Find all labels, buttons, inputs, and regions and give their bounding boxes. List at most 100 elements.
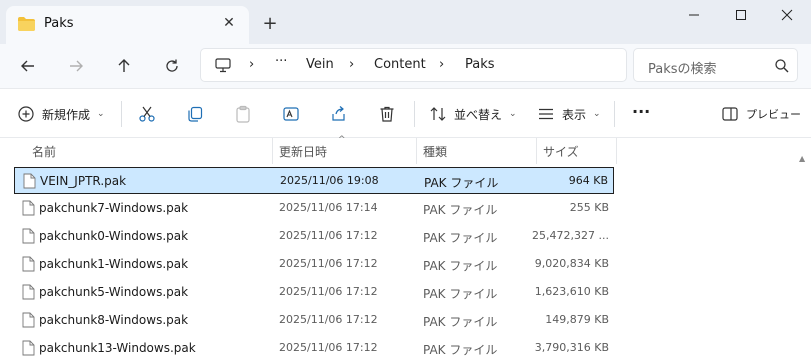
title-bar: Paks ✕ + [0,0,811,44]
folder-icon [18,17,35,31]
file-name: VEIN_JPTR.pak [40,174,127,188]
file-row[interactable]: pakchunk13-Windows.pak 2025/11/06 17:12 … [14,335,614,360]
file-name: pakchunk0-Windows.pak [39,229,189,243]
file-icon [22,284,35,300]
file-date: 2025/11/06 17:12 [279,285,378,298]
file-type: PAK ファイル [423,231,498,245]
new-button[interactable]: 新規作成 ⌄ [18,103,105,125]
file-name: pakchunk13-Windows.pak [39,341,196,355]
column-divider[interactable] [616,138,617,164]
tab-paks[interactable]: Paks ✕ [6,6,249,44]
scroll-up-icon[interactable]: ▲ [799,154,805,163]
chevron-down-icon: ⌄ [593,109,601,119]
file-row[interactable]: pakchunk5-Windows.pak 2025/11/06 17:12 P… [14,279,614,306]
file-type: PAK ファイル [423,315,498,329]
view-label: 表示 [562,107,587,122]
new-tab-button[interactable]: + [260,13,280,34]
file-row[interactable]: pakchunk1-Windows.pak 2025/11/06 17:12 P… [14,251,614,278]
monitor-icon [215,58,231,73]
copy-button[interactable] [186,103,204,125]
sort-button[interactable]: 並べ替え ⌄ [430,103,517,125]
column-header-name[interactable]: 名前 [32,143,56,160]
refresh-button[interactable] [158,52,186,80]
paste-button[interactable] [234,103,252,125]
maximize-button[interactable] [718,0,764,30]
up-arrow-icon [118,59,130,72]
file-size: 1,623,610 KB [534,285,609,298]
view-button[interactable]: 表示 ⌄ [538,103,601,125]
breadcrumb-separator[interactable]: › [439,57,444,72]
breadcrumb-separator[interactable]: › [349,57,354,72]
close-window-button[interactable] [764,0,810,30]
column-divider[interactable] [416,138,417,164]
forward-arrow-icon [70,60,83,72]
command-bar: 新規作成 ⌄ 並べ替え ⌄ 表示 ⌄ ··· プレビュー [0,88,811,138]
breadcrumb-paks[interactable]: Paks [465,57,495,72]
file-icon [22,256,35,272]
column-header-size[interactable]: サイズ [543,143,579,160]
file-icon [22,200,35,216]
column-divider[interactable] [536,138,537,164]
maximize-icon [736,10,746,20]
file-icon [23,173,36,189]
file-date: 2025/11/06 17:14 [279,201,378,214]
file-icon [22,228,35,244]
share-button[interactable] [330,103,348,125]
back-button[interactable] [14,52,42,80]
forward-button[interactable] [62,52,90,80]
file-type: PAK ファイル [423,259,498,273]
cut-button[interactable] [138,103,156,125]
file-size: 3,790,316 KB [534,341,609,354]
file-row[interactable]: pakchunk7-Windows.pak 2025/11/06 17:14 P… [14,195,614,222]
breadcrumb-ellipsis[interactable]: ··· [275,54,287,69]
breadcrumb-vein[interactable]: Vein [306,57,334,72]
file-size: 255 KB [569,201,609,214]
preview-button[interactable]: プレビュー [722,103,801,125]
search-icon [775,59,789,73]
file-type: PAK ファイル [423,287,498,301]
column-header-type[interactable]: 種類 [423,143,447,160]
separator [414,101,415,127]
rename-icon [283,107,299,121]
file-name: pakchunk5-Windows.pak [39,285,189,299]
delete-button[interactable] [378,103,396,125]
sort-label: 並べ替え [454,107,503,122]
add-circle-icon [18,106,34,122]
file-date: 2025/11/06 17:12 [279,313,378,326]
file-size: 149,879 KB [545,313,609,326]
column-divider[interactable] [272,138,273,164]
sort-caret-icon: ^ [338,135,346,145]
sort-icon [430,107,446,121]
address-bar[interactable]: › ··· Vein › Content › Paks [200,48,627,82]
column-header-row: 名前 ^ 更新日時 種類 サイズ [0,135,811,164]
vertical-scrollbar[interactable]: ▲ [796,150,811,360]
back-arrow-icon [21,60,34,72]
file-list: VEIN_JPTR.pak 2025/11/06 19:08 PAK ファイル … [0,164,796,360]
column-header-date[interactable]: 更新日時 [279,143,327,160]
breadcrumb-content[interactable]: Content [374,57,426,72]
more-options-button[interactable]: ··· [632,100,650,122]
paste-icon [236,105,250,123]
tab-close-button[interactable]: ✕ [219,13,239,33]
rename-button[interactable] [282,103,300,125]
new-label: 新規作成 [42,107,91,122]
breadcrumb-separator[interactable]: › [249,57,254,72]
preview-label: プレビュー [746,108,801,121]
search-input[interactable]: Paksの検索 [648,58,717,77]
view-list-icon [539,108,553,120]
minimize-button[interactable] [671,0,717,30]
file-date: 2025/11/06 17:12 [279,341,378,354]
file-name: pakchunk7-Windows.pak [39,201,189,215]
file-name: pakchunk8-Windows.pak [39,313,189,327]
chevron-down-icon: ⌄ [509,109,517,119]
search-box[interactable]: Paksの検索 [633,48,798,82]
address-row: › ··· Vein › Content › Paks Paksの検索 [0,44,811,88]
separator [121,101,122,127]
file-row[interactable]: VEIN_JPTR.pak 2025/11/06 19:08 PAK ファイル … [14,167,614,194]
scissors-icon [139,106,155,122]
close-icon [781,9,793,21]
file-row[interactable]: pakchunk8-Windows.pak 2025/11/06 17:12 P… [14,307,614,334]
file-row[interactable]: pakchunk0-Windows.pak 2025/11/06 17:12 P… [14,223,614,250]
share-icon [332,106,345,121]
up-button[interactable] [110,52,138,80]
